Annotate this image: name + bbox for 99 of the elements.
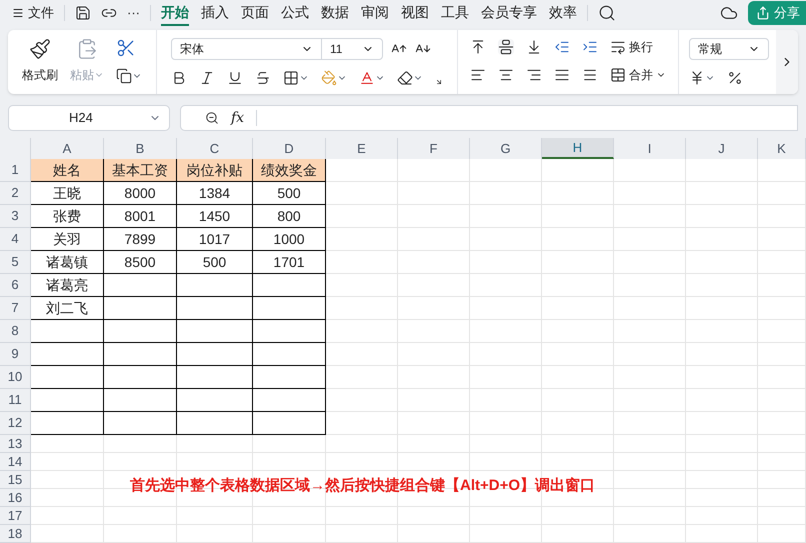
column-header[interactable]: H [542, 138, 614, 159]
share-button[interactable]: 分享 [748, 1, 806, 25]
row-header[interactable]: 1 [0, 159, 31, 182]
distributed-icon[interactable] [582, 67, 598, 83]
format-painter-button[interactable]: 格式刷 [22, 38, 58, 84]
row-header[interactable]: 10 [0, 366, 31, 389]
row-header[interactable]: 15 [0, 471, 31, 489]
copy-icon[interactable] [116, 68, 132, 84]
font-color-icon[interactable] [359, 70, 375, 86]
row-header[interactable]: 2 [0, 182, 31, 205]
underline-icon[interactable] [227, 70, 243, 86]
merge-cells-icon [610, 67, 626, 83]
fx-label: fx [231, 108, 244, 128]
table-cell: 1701 [253, 251, 326, 274]
row-header[interactable]: 4 [0, 228, 31, 251]
eraser-icon[interactable] [397, 70, 413, 86]
number-format-select[interactable]: 常规 [689, 38, 769, 60]
paintbrush-icon [29, 38, 51, 60]
table-cell: 1017 [177, 228, 253, 251]
row-header[interactable]: 7 [0, 297, 31, 320]
cloud-icon[interactable] [720, 4, 738, 22]
save-icon[interactable] [75, 5, 91, 21]
row-header[interactable]: 9 [0, 343, 31, 366]
cut-icon[interactable] [116, 38, 136, 58]
ribbon-tab[interactable]: 视图 [401, 0, 429, 26]
ribbon-tab[interactable]: 会员专享 [481, 0, 537, 26]
zoom-icon[interactable] [205, 111, 219, 126]
table-cell: 8000 [104, 182, 177, 205]
strikethrough-icon[interactable] [255, 70, 271, 86]
clipboard-icon [76, 38, 98, 60]
name-box[interactable]: H24 [8, 105, 170, 131]
table-cell: 刘二飞 [31, 297, 104, 320]
file-menu[interactable]: 文件 [12, 3, 54, 23]
table-cell: 基本工资 [104, 159, 177, 182]
table-cell: 1450 [177, 205, 253, 228]
align-bottom-icon[interactable] [526, 39, 542, 55]
table-cell: 王晓 [31, 182, 104, 205]
row-header[interactable]: 8 [0, 320, 31, 343]
annotation-text: 首先选中整个表格数据区域→然后按快捷组合键【Alt+D+O】调出窗口 [130, 476, 596, 496]
table-cell: 8001 [104, 205, 177, 228]
formula-field[interactable]: fx [180, 105, 798, 131]
ribbon-tab[interactable]: 工具 [441, 0, 469, 26]
ribbon-tab[interactable]: 数据 [321, 0, 349, 26]
row-header[interactable]: 17 [0, 507, 31, 525]
wrap-text-button[interactable]: 换行 [610, 38, 653, 56]
row-header[interactable]: 6 [0, 274, 31, 297]
ribbon-tab[interactable]: 公式 [281, 0, 309, 26]
row-header[interactable]: 13 [0, 435, 31, 453]
column-header[interactable]: E [326, 138, 398, 159]
table-cell: 姓名 [31, 159, 104, 182]
table-cell: 800 [253, 205, 326, 228]
ribbon-tab[interactable]: 开始 [161, 0, 189, 26]
align-middle-icon[interactable] [498, 39, 514, 55]
row-header[interactable]: 11 [0, 389, 31, 412]
row-header[interactable]: 16 [0, 489, 31, 507]
merge-button[interactable]: 合并 [610, 66, 666, 84]
ribbon-tab[interactable]: 审阅 [361, 0, 389, 26]
search-icon[interactable] [598, 4, 616, 22]
align-center-icon[interactable] [498, 67, 514, 83]
table-cell: 绩效奖金 [253, 159, 326, 182]
align-left-icon[interactable] [470, 67, 486, 83]
ribbon-tab[interactable]: 效率 [549, 0, 577, 26]
align-right-icon[interactable] [526, 67, 542, 83]
share-icon [756, 6, 770, 20]
table-cell: 8500 [104, 251, 177, 274]
menu-icon [12, 7, 24, 19]
table-cell: 7899 [104, 228, 177, 251]
table-cell: 500 [253, 182, 326, 205]
table-cell: 张费 [31, 205, 104, 228]
ribbon-tab[interactable]: 插入 [201, 0, 229, 26]
borders-icon[interactable] [283, 70, 299, 86]
row-header[interactable]: 18 [0, 525, 31, 543]
table-cell: 1384 [177, 182, 253, 205]
table-cell: 诸葛镇 [31, 251, 104, 274]
wrap-text-icon [610, 39, 626, 55]
column-header[interactable]: J [686, 138, 758, 159]
indent-increase-icon[interactable] [582, 39, 598, 55]
column-header[interactable]: I [614, 138, 686, 159]
row-header[interactable]: 14 [0, 453, 31, 471]
column-header[interactable]: K [758, 138, 806, 159]
table-cell: 关羽 [31, 228, 104, 251]
indent-decrease-icon[interactable] [554, 39, 570, 55]
column-header[interactable]: F [398, 138, 470, 159]
percent-icon[interactable] [727, 70, 743, 86]
row-header[interactable]: 5 [0, 251, 31, 274]
row-header[interactable]: 3 [0, 205, 31, 228]
table-cell: 1000 [253, 228, 326, 251]
table-cell: 岗位补贴 [177, 159, 253, 182]
table-cell: 诸葛亮 [31, 274, 104, 297]
row-header[interactable]: 12 [0, 412, 31, 435]
fill-color-icon[interactable] [321, 70, 337, 86]
file-label: 文件 [28, 4, 54, 22]
table-cell: 500 [177, 251, 253, 274]
align-top-icon[interactable] [470, 39, 486, 55]
more-button[interactable]: ··· [127, 3, 140, 23]
ribbon-tab[interactable]: 页面 [241, 0, 269, 26]
italic-icon[interactable] [199, 70, 215, 86]
expand-icon[interactable] [435, 78, 443, 86]
justify-icon[interactable] [554, 67, 570, 83]
